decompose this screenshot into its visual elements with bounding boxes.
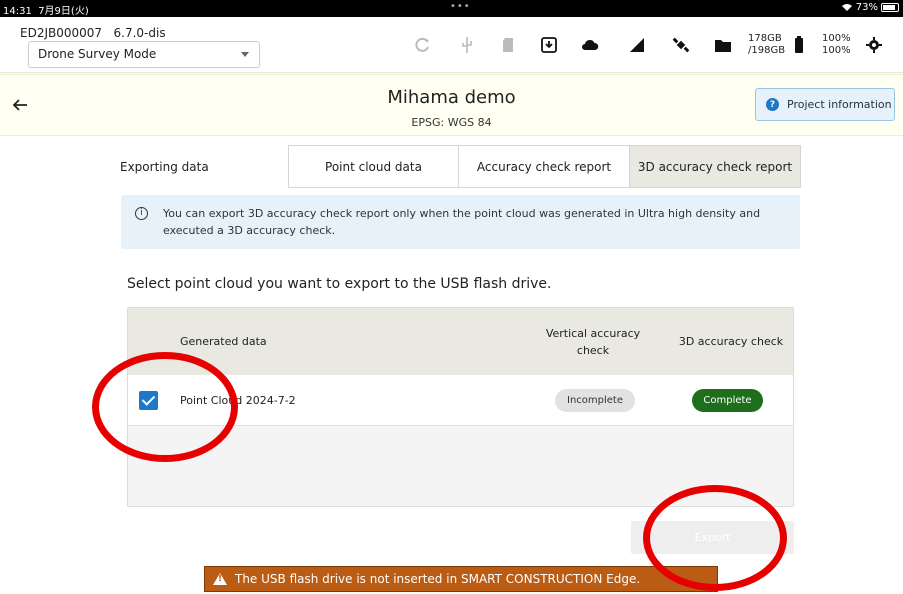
vertical-status-badge: Incomplete	[555, 389, 635, 412]
mode-select-value: Drone Survey Mode	[38, 47, 157, 61]
project-information-label: Project information	[787, 98, 892, 111]
info-message: i You can export 3D accuracy check repor…	[121, 195, 800, 249]
row-name: Point Cloud 2024-7-2	[180, 394, 296, 407]
exporting-data-label: Exporting data	[120, 160, 209, 174]
refresh-icon[interactable]	[414, 36, 432, 54]
device-header: ED2JB000007 6.7.0-dis Drone Survey Mode …	[0, 17, 903, 73]
tab-label: 3D accuracy check report	[637, 159, 793, 174]
storage-readout: 178GB /198GB	[748, 33, 786, 56]
device-info: ED2JB000007 6.7.0-dis	[20, 26, 166, 40]
header-vertical-accuracy: Vertical accuracy check	[545, 327, 641, 357]
mode-select[interactable]: Drone Survey Mode	[28, 41, 260, 68]
info-icon: i	[135, 207, 148, 220]
info-text: You can export 3D accuracy check report …	[163, 207, 761, 237]
status-right: 73%	[841, 2, 899, 13]
tab-accuracy-check-report[interactable]: Accuracy check report	[458, 145, 630, 188]
tab-label: Point cloud data	[325, 159, 422, 174]
tab-point-cloud-data[interactable]: Point cloud data	[288, 145, 459, 188]
tab-label: Accuracy check report	[476, 159, 612, 174]
usb-icon	[462, 37, 472, 53]
help-icon: ?	[766, 98, 779, 111]
header-generated-data: Generated data	[180, 335, 267, 348]
gear-icon[interactable]	[865, 36, 883, 54]
row-checkbox[interactable]	[139, 391, 158, 410]
download-box-icon[interactable]	[540, 36, 558, 54]
header-3d-accuracy: 3D accuracy check	[678, 335, 784, 348]
cloud-icon	[582, 39, 599, 50]
project-information-button[interactable]: ? Project information	[755, 88, 895, 121]
warning-text: The USB flash drive is not inserted in S…	[235, 572, 641, 586]
table-header: Generated data Vertical accuracy check 3…	[128, 308, 793, 375]
wifi-icon	[841, 4, 852, 11]
multitasking-dots-icon[interactable]: •••	[450, 1, 471, 12]
3d-status-badge: Complete	[692, 389, 763, 412]
folder-icon	[715, 40, 731, 52]
point-cloud-table: Generated data Vertical accuracy check 3…	[127, 307, 794, 507]
export-button[interactable]: Export	[631, 521, 794, 554]
battery-level-icon	[795, 36, 803, 53]
battery-percent: 73%	[855, 2, 878, 13]
chevron-down-icon	[241, 52, 249, 57]
satellite-icon	[672, 37, 690, 53]
warning-icon	[213, 573, 227, 585]
signal-icon	[630, 38, 644, 52]
status-time: 14:31 7月9日(火)	[3, 6, 89, 17]
sd-card-icon	[503, 38, 513, 52]
usb-warning-bar: The USB flash drive is not inserted in S…	[204, 566, 718, 592]
system-status-bar: 14:31 7月9日(火) ••• 73%	[0, 0, 903, 17]
tab-3d-accuracy-check-report[interactable]: 3D accuracy check report	[629, 145, 801, 188]
select-heading: Select point cloud you want to export to…	[127, 276, 552, 292]
battery-icon	[881, 3, 899, 12]
table-row[interactable]: Point Cloud 2024-7-2 Incomplete Complete	[128, 375, 793, 426]
battery-readout: 100% 100%	[822, 33, 851, 56]
